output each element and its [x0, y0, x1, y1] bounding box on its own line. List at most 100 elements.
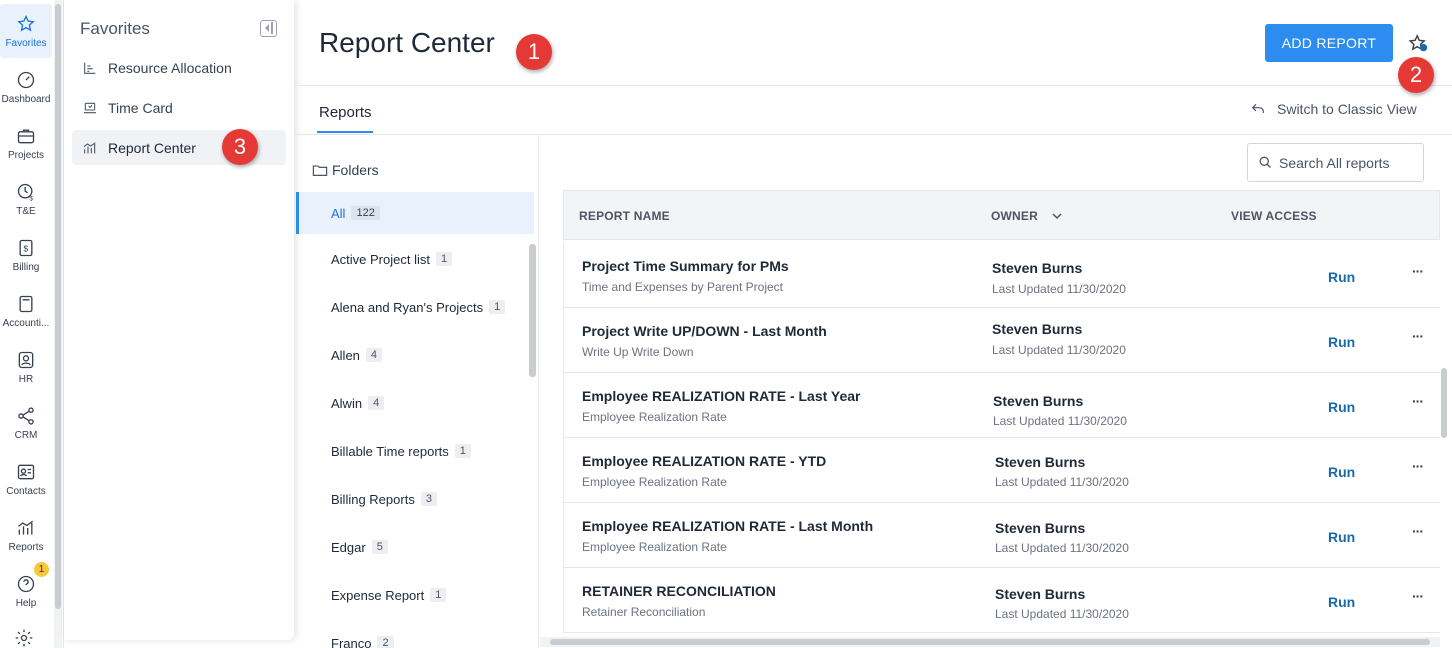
report-updated: Last Updated 11/30/2020 [992, 282, 1126, 296]
tab-divider [294, 134, 1452, 135]
run-button[interactable]: Run [1328, 529, 1355, 545]
laptop-icon [84, 102, 96, 113]
rail-item-reports[interactable]: Reports [0, 508, 52, 562]
rail-label: Help [15, 598, 37, 609]
favorite-label: Resource Allocation [108, 59, 232, 76]
more-options-icon[interactable]: ··· [1412, 393, 1424, 409]
icon-rail: Favorites Dashboard Projects $ T&E $ Bil… [0, 0, 64, 648]
gauge-icon [17, 71, 35, 89]
folder-item[interactable]: Edgar 5 [296, 526, 534, 568]
favorite-time-card[interactable]: Time Card [72, 90, 286, 125]
report-owner: Steven Burns [995, 520, 1086, 536]
column-header-owner[interactable]: OWNER [991, 209, 1038, 223]
report-owner: Steven Burns [995, 454, 1086, 470]
folder-name: Expense Report [331, 587, 425, 603]
table-row[interactable]: RETAINER RECONCILIATION Retainer Reconci… [563, 568, 1440, 633]
rail-item-contacts[interactable]: Contacts [0, 452, 52, 506]
star-icon [17, 14, 35, 32]
bill-icon: $ [19, 239, 33, 257]
report-description: Employee Realization Rate [582, 410, 727, 424]
network-icon [18, 407, 34, 425]
rail-item-dashboard[interactable]: Dashboard [0, 60, 52, 114]
folder-item[interactable]: Alwin 4 [296, 382, 534, 424]
briefcase-icon [17, 129, 35, 144]
search-icon [1259, 156, 1271, 168]
column-divider [538, 135, 539, 648]
report-name[interactable]: Project Write UP/DOWN - Last Month [582, 323, 827, 339]
table-row[interactable]: Employee REALIZATION RATE - Last Month E… [563, 503, 1440, 568]
run-button[interactable]: Run [1328, 594, 1355, 610]
folder-item[interactable]: Billable Time reports 1 [296, 430, 534, 472]
report-name[interactable]: Employee REALIZATION RATE - YTD [582, 453, 826, 469]
rail-item-projects[interactable]: Projects [0, 116, 52, 170]
report-updated: Last Updated 11/30/2020 [993, 414, 1127, 428]
folder-item[interactable]: Allen 4 [296, 334, 534, 376]
table-row[interactable]: Project Write UP/DOWN - Last Month Write… [563, 308, 1440, 373]
switch-classic-label: Switch to Classic View [1277, 101, 1417, 117]
undo-arrow-icon [1251, 103, 1264, 113]
switch-classic-view-link[interactable]: Switch to Classic View [1250, 101, 1417, 117]
folder-count: 4 [368, 396, 385, 410]
rail-label: Dashboard [1, 94, 51, 105]
folder-count: 1 [430, 588, 447, 602]
folder-item[interactable]: Active Project list 1 [296, 238, 534, 280]
rail-item-favorites[interactable]: Favorites [0, 4, 52, 58]
rail-item-billing[interactable]: $ Billing [0, 228, 52, 282]
chevron-down-icon[interactable] [1051, 210, 1063, 222]
folder-item[interactable]: Franco 2 [296, 622, 534, 648]
run-button[interactable]: Run [1328, 464, 1355, 480]
folders-scrollbar[interactable] [528, 236, 537, 640]
report-description: Employee Realization Rate [582, 475, 727, 489]
column-header-report-name[interactable]: REPORT NAME [579, 209, 670, 223]
table-row[interactable]: Employee REALIZATION RATE - Last Year Em… [563, 373, 1440, 438]
table-row[interactable]: Employee REALIZATION RATE - YTD Employee… [563, 438, 1440, 503]
more-options-icon[interactable]: ··· [1412, 458, 1424, 474]
folder-name: Franco [331, 635, 372, 648]
report-owner: Steven Burns [993, 393, 1084, 409]
rail-label: Favorites [5, 38, 47, 49]
favorite-star-icon[interactable] [1408, 34, 1430, 54]
rail-item-te[interactable]: $ T&E [0, 172, 52, 226]
rail-scrollbar[interactable] [54, 0, 62, 648]
collapse-panel-icon[interactable] [260, 20, 277, 37]
report-name[interactable]: Project Time Summary for PMs [582, 258, 789, 274]
report-name[interactable]: RETAINER RECONCILIATION [582, 583, 776, 599]
rail-item-crm[interactable]: CRM [0, 396, 52, 450]
folder-name: Billable Time reports [331, 443, 449, 459]
search-placeholder: Search All reports [1279, 154, 1390, 171]
folder-item[interactable]: Billing Reports 3 [296, 478, 534, 520]
rail-item-hr[interactable]: HR [0, 340, 52, 394]
report-updated: Last Updated 11/30/2020 [995, 541, 1129, 555]
folder-item[interactable]: Expense Report 1 [296, 574, 534, 616]
search-reports-input[interactable]: Search All reports [1247, 143, 1424, 182]
table-vertical-scrollbar[interactable] [1440, 240, 1449, 640]
folder-icon [312, 165, 328, 176]
report-name[interactable]: Employee REALIZATION RATE - Last Month [582, 518, 873, 534]
rail-item-accounting[interactable]: Accounti... [0, 284, 52, 338]
more-options-icon[interactable]: ··· [1412, 523, 1424, 539]
report-updated: Last Updated 11/30/2020 [992, 343, 1126, 357]
add-report-button[interactable]: ADD REPORT [1265, 24, 1393, 62]
more-options-icon[interactable]: ··· [1412, 328, 1424, 344]
column-header-view-access: VIEW ACCESS [1231, 209, 1317, 223]
favorite-label: Time Card [108, 99, 173, 116]
folder-item-all[interactable]: All 122 [296, 192, 534, 234]
favorite-resource-allocation[interactable]: Resource Allocation [72, 50, 286, 85]
folder-name: Allen [331, 347, 360, 363]
table-row[interactable]: Project Time Summary for PMs Time and Ex… [563, 243, 1440, 308]
rail-label: CRM [14, 430, 38, 441]
run-button[interactable]: Run [1328, 399, 1355, 415]
favorites-panel: Favorites Resource Allocation Time Card … [64, 0, 294, 640]
run-button[interactable]: Run [1328, 269, 1355, 285]
run-button[interactable]: Run [1328, 334, 1355, 350]
report-name[interactable]: Employee REALIZATION RATE - Last Year [582, 388, 861, 404]
more-options-icon[interactable]: ··· [1412, 263, 1424, 279]
table-horizontal-scrollbar[interactable] [540, 637, 1440, 647]
folder-count: 1 [489, 300, 506, 314]
callout-2: 2 [1398, 57, 1434, 93]
more-options-icon[interactable]: ··· [1412, 588, 1424, 604]
settings-gear-icon[interactable] [14, 628, 34, 648]
tab-reports[interactable]: Reports [319, 104, 372, 121]
favorites-title: Favorites [80, 19, 150, 38]
folder-item[interactable]: Alena and Ryan's Projects 1 [296, 286, 534, 328]
